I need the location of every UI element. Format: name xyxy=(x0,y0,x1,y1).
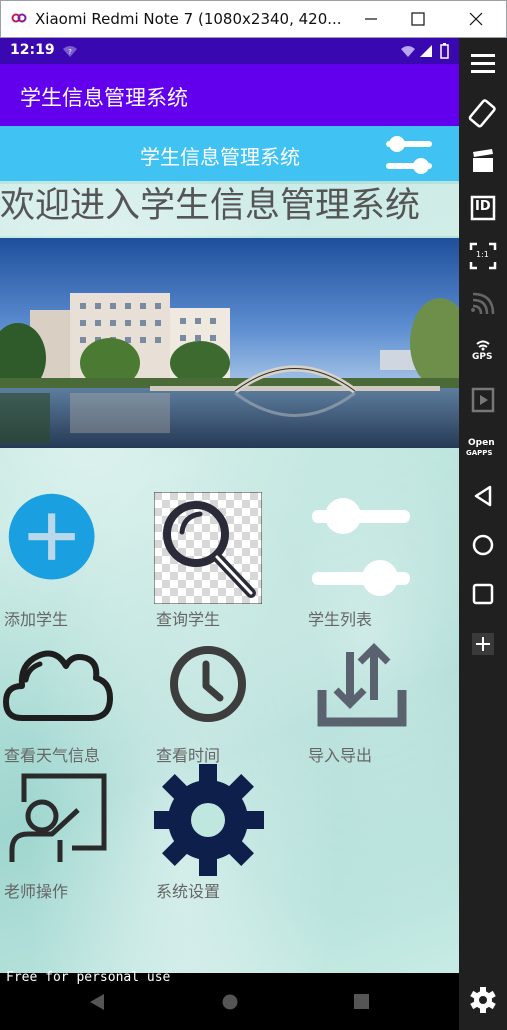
menu-item-label: 导入导出 xyxy=(308,746,373,765)
back-icon[interactable] xyxy=(465,478,501,514)
menu-item-label: 查看天气信息 xyxy=(4,746,101,765)
gps-icon[interactable]: GPS xyxy=(465,334,501,370)
wifi-icon xyxy=(401,46,415,57)
gapps-label-top: Open xyxy=(468,438,495,448)
home-icon[interactable] xyxy=(465,527,501,563)
menu-icon[interactable] xyxy=(465,46,501,82)
overview-icon[interactable] xyxy=(465,576,501,612)
campus-photo xyxy=(0,238,459,448)
battery-icon xyxy=(440,43,449,59)
main-content: 学生信息管理系统 欢迎进入学生信息管理系统 添加学生 查询学生 学生列表 查看天… xyxy=(0,126,459,973)
wifi-question-icon: ? xyxy=(63,46,77,57)
welcome-banner: 欢迎进入学生信息管理系统 xyxy=(0,184,459,236)
gear-icon xyxy=(154,764,264,876)
menu-item-settings[interactable]: 系统设置 xyxy=(154,764,294,901)
menu-item-label: 系统设置 xyxy=(156,882,221,901)
close-icon[interactable] xyxy=(464,7,488,31)
gps-label: GPS xyxy=(472,352,493,362)
window-title: Xiaomi Redmi Note 7 (1080x2340, 420... xyxy=(35,10,342,28)
settings-toggle-icon[interactable] xyxy=(383,131,435,179)
nav-back-icon[interactable] xyxy=(88,993,106,1011)
app-bar-title: 学生信息管理系统 xyxy=(20,86,188,110)
search-icon xyxy=(154,492,262,604)
id-label: ID xyxy=(475,199,491,214)
menu-item-label: 学生列表 xyxy=(308,610,373,629)
plus-icon[interactable] xyxy=(465,626,501,662)
rotate-icon[interactable] xyxy=(465,96,501,132)
maximize-icon[interactable] xyxy=(406,7,430,31)
status-bar: 12:19 ? xyxy=(0,38,459,64)
add-icon xyxy=(8,493,95,580)
emulator-toolbar: ID 1:1 GPS Open GAPPS xyxy=(459,38,507,1030)
menu-item-label: 添加学生 xyxy=(4,610,69,629)
settings-icon[interactable] xyxy=(465,982,501,1018)
svg-text:?: ? xyxy=(68,48,72,56)
scale-icon[interactable]: 1:1 xyxy=(465,238,501,274)
app-bar: 学生信息管理系统 xyxy=(0,64,459,126)
cloud-icon xyxy=(3,650,113,721)
scale-label: 1:1 xyxy=(476,250,489,259)
status-time: 12:19 xyxy=(10,42,55,58)
menu-item-label: 查看时间 xyxy=(156,746,221,765)
menu-item-query-student[interactable]: 查询学生 xyxy=(154,492,294,629)
window-title-bar: Xiaomi Redmi Note 7 (1080x2340, 420... xyxy=(0,0,507,38)
header-title: 学生信息管理系统 xyxy=(140,145,300,169)
phone-screen: 12:19 ? 学生信息管理系统 学生信息管理系统 欢迎进入学生信息管理系统 添… xyxy=(0,38,459,1030)
nav-home-icon[interactable] xyxy=(221,993,239,1011)
film-icon[interactable] xyxy=(465,382,501,418)
minimize-icon[interactable] xyxy=(359,7,383,31)
menu-item-student-list[interactable]: 学生列表 xyxy=(306,492,446,629)
import-export-icon xyxy=(317,643,407,727)
clock-icon xyxy=(170,646,246,722)
menu-item-label: 老师操作 xyxy=(4,882,69,901)
cast-icon[interactable] xyxy=(465,286,501,322)
app-logo-icon xyxy=(11,13,27,23)
menu-item-weather[interactable]: 查看天气信息 xyxy=(2,628,142,765)
sliders-icon xyxy=(312,498,410,596)
signal-icon xyxy=(420,45,432,57)
menu-item-time[interactable]: 查看时间 xyxy=(154,628,294,765)
teacher-board-icon xyxy=(9,773,107,862)
opengapps-icon[interactable]: Open GAPPS xyxy=(465,430,501,466)
clapperboard-icon[interactable] xyxy=(465,143,501,179)
gapps-label-bottom: GAPPS xyxy=(466,449,493,457)
menu-item-label: 查询学生 xyxy=(156,610,221,629)
nav-overview-icon[interactable] xyxy=(353,993,370,1010)
header-bar: 学生信息管理系统 xyxy=(0,126,459,181)
id-icon[interactable]: ID xyxy=(465,190,501,226)
menu-item-teacher[interactable]: 老师操作 xyxy=(2,764,142,901)
menu-item-add-student[interactable]: 添加学生 xyxy=(2,492,142,629)
watermark-text: Free for personal use xyxy=(6,970,171,985)
menu-item-import-export[interactable]: 导入导出 xyxy=(306,628,446,765)
